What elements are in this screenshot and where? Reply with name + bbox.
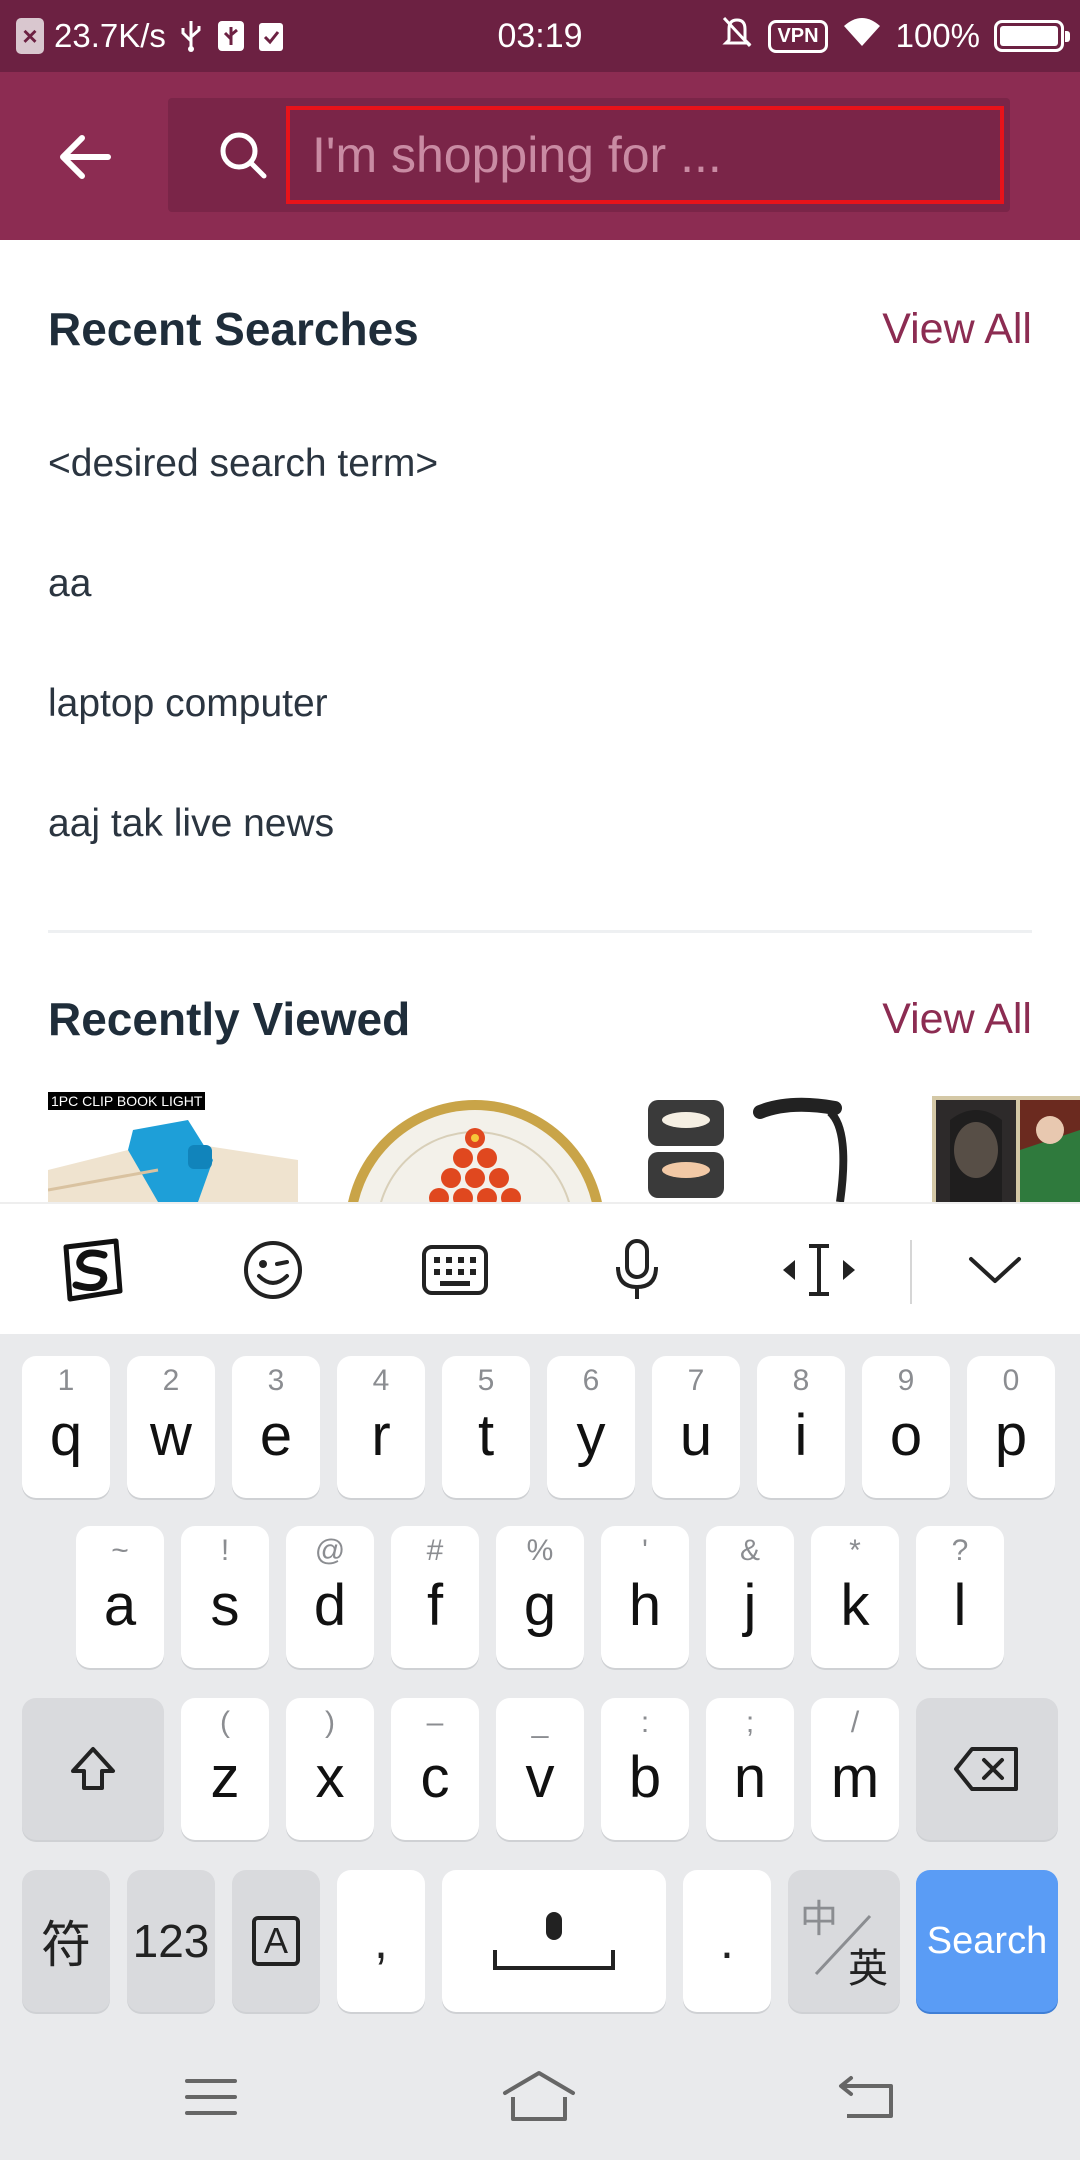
keyboard-icon: [422, 1245, 488, 1295]
key-b[interactable]: :b: [601, 1698, 689, 1840]
key-i[interactable]: 8i: [757, 1356, 845, 1498]
battery-percent: 100%: [895, 17, 980, 54]
symbols-key[interactable]: 符: [22, 1870, 110, 2012]
key-n[interactable]: ; n: [706, 1698, 794, 1840]
key-x[interactable]: ) x: [286, 1698, 374, 1840]
key-a[interactable]: ~ a: [76, 1526, 164, 1668]
key-m[interactable]: / m: [811, 1698, 899, 1840]
keyboard-switch-button[interactable]: [410, 1230, 500, 1310]
space-mic-icon: [493, 1912, 615, 1970]
cursor-move-button[interactable]: [774, 1230, 864, 1310]
soft-keyboard: 1q 2w 3e 4r 5t 6y 7u 8i 9o 0p ~ a ! s @ d #…: [0, 1334, 1080, 2034]
backspace-icon: [954, 1747, 1018, 1791]
sogou-logo-icon: [63, 1238, 123, 1302]
home-icon: [503, 2071, 575, 2121]
search-input[interactable]: [286, 106, 1004, 204]
key-z[interactable]: (z: [181, 1698, 269, 1840]
handwriting-icon: A: [252, 1916, 300, 1966]
key-j[interactable]: & j: [706, 1526, 794, 1668]
key-v[interactable]: _ v: [496, 1698, 584, 1840]
key-f[interactable]: # f: [391, 1526, 479, 1668]
keyboard-toolbar: [0, 1202, 1080, 1334]
recent-searches-view-all[interactable]: View All: [882, 305, 1032, 354]
mute-bell-icon: [720, 14, 754, 58]
search-key[interactable]: Search: [916, 1870, 1058, 2012]
key-q[interactable]: 1q: [22, 1356, 110, 1498]
back-nav-icon: [839, 2076, 893, 2118]
period-key[interactable]: .: [683, 1870, 771, 2012]
section-divider: [48, 930, 1032, 933]
chevron-down-icon: [969, 1257, 1021, 1283]
back-nav-button[interactable]: [822, 2064, 912, 2130]
vpn-badge: VPN: [768, 19, 828, 53]
recently-viewed-view-all[interactable]: View All: [882, 995, 1032, 1044]
back-button[interactable]: [40, 112, 130, 202]
recent-searches-title: Recent Searches: [48, 303, 419, 355]
numbers-key[interactable]: 123: [127, 1870, 215, 2012]
toolbar-separator: [910, 1240, 912, 1304]
menu-icon: [185, 2079, 237, 2115]
voice-input-button[interactable]: [592, 1230, 682, 1310]
key-w[interactable]: 2w: [127, 1356, 215, 1498]
key-y[interactable]: 6y: [547, 1356, 635, 1498]
key-g[interactable]: % g: [496, 1526, 584, 1668]
search-box: [168, 98, 1010, 212]
key-l[interactable]: ? l: [916, 1526, 1004, 1668]
hide-keyboard-button[interactable]: [950, 1230, 1040, 1310]
recent-search-item[interactable]: laptop computer: [48, 682, 328, 726]
recently-viewed-product[interactable]: [932, 1090, 1080, 1202]
space-key[interactable]: [442, 1870, 666, 2012]
recently-viewed-product[interactable]: [640, 1090, 870, 1202]
key-p[interactable]: 0p: [967, 1356, 1055, 1498]
key-r[interactable]: 4r: [337, 1356, 425, 1498]
battery-icon: [994, 20, 1070, 52]
key-o[interactable]: 9o: [862, 1356, 950, 1498]
key-t[interactable]: 5t: [442, 1356, 530, 1498]
keyboard-logo-button[interactable]: [46, 1230, 136, 1310]
recently-viewed-title: Recently Viewed: [48, 993, 411, 1045]
wifi-icon: [842, 16, 882, 56]
system-nav-bar: [0, 2034, 1080, 2160]
language-switch-key[interactable]: 中 英: [788, 1870, 900, 2012]
lamp-image: [648, 1097, 848, 1202]
key-h[interactable]: ' h: [601, 1526, 689, 1668]
anime-art-image: [932, 1096, 1080, 1202]
status-bar: × 23.7K/s 03:19 VPN 100%: [0, 0, 1080, 72]
recently-viewed-product[interactable]: 1PC CLIP BOOK LIGHT: [48, 1090, 298, 1202]
shift-icon: [71, 1747, 115, 1790]
medallion-image: [348, 1100, 602, 1202]
key-e[interactable]: 3e: [232, 1356, 320, 1498]
backspace-key[interactable]: [916, 1698, 1058, 1840]
book-light-image: [48, 1120, 298, 1202]
emoji-icon: [244, 1241, 302, 1299]
home-nav-button[interactable]: [494, 2064, 584, 2130]
search-header: [0, 72, 1080, 240]
recently-viewed-product[interactable]: [340, 1090, 610, 1202]
key-d[interactable]: @ d: [286, 1526, 374, 1668]
comma-key[interactable]: ,: [337, 1870, 425, 2012]
search-icon: [220, 132, 267, 179]
handwriting-key[interactable]: A: [232, 1870, 320, 2012]
microphone-icon: [616, 1239, 658, 1299]
recent-search-item[interactable]: aaj tak live news: [48, 802, 334, 846]
cursor-move-icon: [783, 1244, 855, 1296]
key-k[interactable]: * k: [811, 1526, 899, 1668]
key-s[interactable]: ! s: [181, 1526, 269, 1668]
recently-viewed-strip: 1PC CLIP BOOK LIGHT: [0, 1090, 1080, 1202]
key-u[interactable]: 7u: [652, 1356, 740, 1498]
recent-search-item[interactable]: <desired search term>: [48, 442, 438, 486]
emoji-button[interactable]: [228, 1230, 318, 1310]
recent-search-item[interactable]: aa: [48, 562, 91, 606]
menu-nav-button[interactable]: [166, 2064, 256, 2130]
key-c[interactable]: – c: [391, 1698, 479, 1840]
shift-key[interactable]: [22, 1698, 164, 1840]
back-arrow-icon: [60, 135, 111, 179]
